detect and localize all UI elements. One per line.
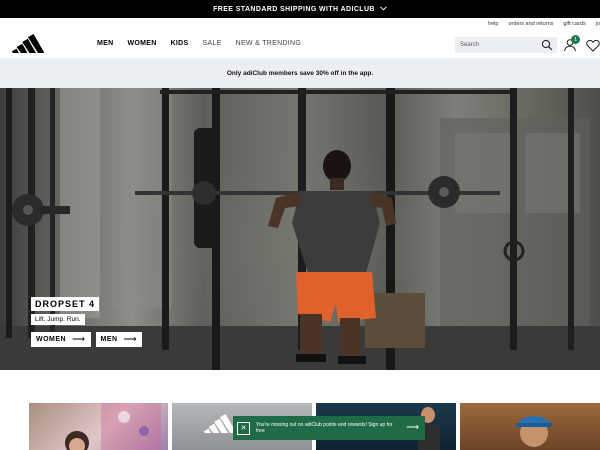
arrow-right-icon[interactable]: ⟶ (406, 423, 419, 432)
close-icon[interactable]: ✕ (237, 421, 250, 435)
shop-women-label: WOMEN (36, 336, 67, 343)
search-placeholder: Search (460, 42, 480, 48)
arrow-right-icon: ⟶ (123, 334, 137, 344)
nav-men[interactable]: MEN (97, 40, 113, 47)
hero-title: DROPSET 4 (31, 297, 100, 311)
gift-cards-link[interactable]: gift cards (563, 21, 585, 27)
main-header: MEN WOMEN KIDS SALE NEW & TRENDING Searc… (0, 30, 600, 58)
help-link[interactable]: help (488, 21, 498, 27)
chevron-down-icon (380, 5, 387, 13)
hero-image (0, 88, 600, 370)
tile-cap[interactable] (460, 403, 600, 450)
shop-men-button[interactable]: MEN ⟶ (95, 332, 142, 347)
adidas-logo-icon[interactable] (12, 33, 44, 53)
nav-kids[interactable]: KIDS (171, 40, 189, 47)
nav-women[interactable]: WOMEN (127, 40, 156, 47)
hero-subtitle: Lift. Jump. Run. (31, 314, 85, 325)
nav-sale[interactable]: SALE (203, 40, 222, 47)
nav-new-trending[interactable]: NEW & TRENDING (236, 40, 302, 47)
promo-text: FREE STANDARD SHIPPING WITH ADICLUB (213, 5, 375, 13)
page: FREE STANDARD SHIPPING WITH ADICLUB help… (0, 0, 600, 450)
tile-cap-image (516, 416, 552, 447)
adiclub-toast[interactable]: ✕ You're missing out on adiClub points a… (233, 416, 425, 440)
shop-women-button[interactable]: WOMEN ⟶ (31, 332, 91, 347)
members-banner-text: Only adiClub members save 30% off in the… (226, 69, 374, 77)
promo-bar[interactable]: FREE STANDARD SHIPPING WITH ADICLUB (0, 0, 600, 18)
hero-banner[interactable]: DROPSET 4 Lift. Jump. Run. WOMEN ⟶ MEN ⟶ (0, 88, 600, 370)
wishlist-heart-icon[interactable] (586, 39, 600, 52)
join-link[interactable]: jo (596, 21, 600, 27)
hero-text: DROPSET 4 Lift. Jump. Run. (31, 294, 100, 325)
account-badge: 1 (571, 35, 580, 44)
toast-text: You're missing out on adiClub points and… (256, 421, 393, 435)
utility-links: help orders and returns gift cards jo (0, 18, 600, 30)
orders-returns-link[interactable]: orders and returns (508, 21, 553, 27)
shop-men-label: MEN (100, 336, 118, 343)
search-icon[interactable] (541, 39, 553, 51)
search-input[interactable]: Search (455, 37, 557, 53)
arrow-right-icon: ⟶ (72, 334, 86, 344)
main-nav: MEN WOMEN KIDS SALE NEW & TRENDING (97, 40, 315, 47)
members-banner[interactable]: Only adiClub members save 30% off in the… (0, 58, 600, 88)
tile-floral-image (65, 403, 161, 450)
hero-buttons: WOMEN ⟶ MEN ⟶ (31, 332, 142, 347)
tile-floral[interactable] (29, 403, 168, 450)
